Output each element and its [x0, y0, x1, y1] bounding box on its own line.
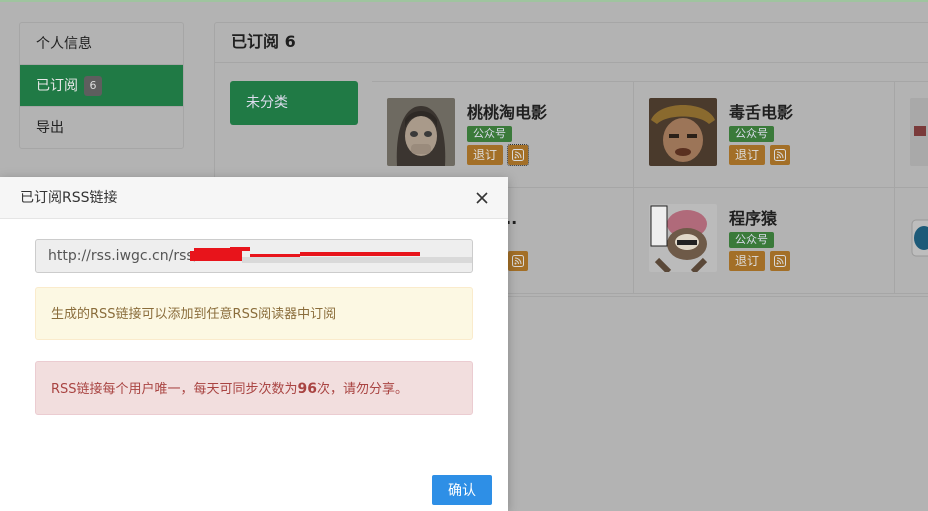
top-border	[0, 0, 928, 2]
rss-icon[interactable]	[507, 144, 529, 166]
avatar	[387, 98, 455, 166]
subscription-name: 程序猿	[729, 209, 778, 228]
unsubscribe-button[interactable]: 退订	[729, 145, 765, 165]
subscription-card	[895, 188, 928, 294]
category-uncategorized-button[interactable]: 未分类	[230, 81, 358, 125]
subscription-count-badge: 6	[84, 76, 102, 96]
sidebar-item-profile[interactable]: 个人信息	[20, 23, 183, 65]
sidebar-item-label: 导出	[36, 120, 64, 136]
avatar	[910, 98, 928, 166]
subscription-name: 毒舌电影	[729, 103, 794, 122]
subscription-card: 桃桃淘电影 公众号 退订	[372, 82, 634, 188]
avatar	[649, 204, 717, 272]
redaction-mark	[190, 247, 472, 265]
unsubscribe-button[interactable]: 退订	[729, 251, 765, 271]
page-title: 已订阅 6	[215, 23, 928, 63]
avatar	[910, 204, 928, 272]
sidebar-item-export[interactable]: 导出	[20, 107, 183, 148]
account-type-badge: 公众号	[729, 126, 774, 142]
info-alert: 生成的RSS链接可以添加到任意RSS阅读器中订阅	[35, 287, 473, 340]
warning-text-suffix: 次，请勿分享。	[317, 382, 409, 397]
subscription-card: 程序猿 公众号 退订	[634, 188, 895, 294]
confirm-button[interactable]: 确认	[432, 475, 492, 505]
modal-title: 已订阅RSS链接	[0, 177, 508, 219]
unsubscribe-button[interactable]: 退订	[467, 145, 503, 165]
account-type-badge: 公众号	[467, 126, 512, 142]
rss-link-modal: 已订阅RSS链接 http://rss.iwgc.cn/rss/ 生成的RSS链…	[0, 177, 508, 511]
sidebar-item-label: 已订阅	[36, 78, 78, 94]
sync-count: 96	[297, 381, 318, 397]
sidebar-item-label: 个人信息	[36, 36, 92, 52]
sidebar-item-subscribed[interactable]: 已订阅 6	[20, 65, 183, 107]
subscription-card: 毒舌电影 公众号 退订	[634, 82, 895, 188]
avatar	[649, 98, 717, 166]
close-icon[interactable]	[474, 190, 490, 206]
rss-icon[interactable]	[770, 145, 790, 165]
subscription-name: 桃桃淘电影	[467, 103, 548, 122]
account-type-badge: 公众号	[729, 232, 774, 248]
warning-alert: RSS链接每个用户唯一，每天可同步次数为96次，请勿分享。	[35, 361, 473, 415]
warning-text-prefix: RSS链接每个用户唯一，每天可同步次数为	[51, 382, 298, 397]
sidebar: 个人信息 已订阅 6 导出	[19, 22, 184, 149]
rss-icon[interactable]	[508, 251, 528, 271]
subscription-card	[895, 82, 928, 188]
rss-icon[interactable]	[770, 251, 790, 271]
